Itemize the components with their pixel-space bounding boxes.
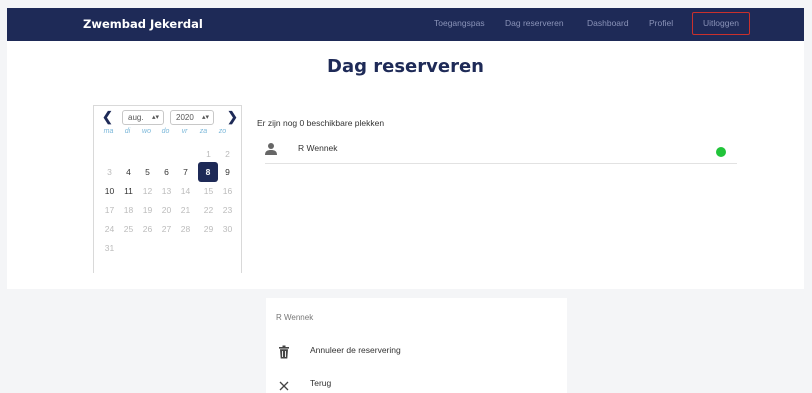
calendar-day: 22 xyxy=(203,205,214,215)
navbar: Zwembad Jekerdal Toegangspas Dag reserve… xyxy=(7,8,804,41)
status-dot xyxy=(716,147,726,157)
year-select[interactable]: 2020 ▴▾ xyxy=(170,110,214,125)
calendar-day: 20 xyxy=(161,205,172,215)
weekday-label: vr xyxy=(181,128,188,135)
cancel-reservation-button[interactable]: Annuleer de reservering xyxy=(276,341,556,365)
weekday-header: ma di wo do vr za zo xyxy=(94,128,241,140)
person-icon xyxy=(265,143,277,155)
back-button[interactable]: Terug xyxy=(276,374,556,393)
calendar-day: 31 xyxy=(104,243,115,253)
chevron-right-icon[interactable]: ❯ xyxy=(227,109,238,125)
calendar-day[interactable]: 7 xyxy=(177,164,194,181)
date-picker: ❮ aug. ▴▾ 2020 ▴▾ ❯ ma di wo do vr za zo… xyxy=(93,105,242,273)
nav-link-dashboard[interactable]: Dashboard xyxy=(587,18,629,28)
page-title: Dag reserveren xyxy=(327,56,484,77)
logout-button[interactable]: Uitloggen xyxy=(692,12,750,35)
reservation-name: R Wennek xyxy=(298,143,338,153)
availability-text: Er zijn nog 0 beschikbare plekken xyxy=(257,118,385,128)
calendar-day: 25 xyxy=(123,224,134,234)
action-sheet-title: R Wennek xyxy=(276,313,314,322)
year-select-value: 2020 xyxy=(176,113,194,122)
nav-link-dag-reserveren[interactable]: Dag reserveren xyxy=(505,18,564,28)
calendar-day: 30 xyxy=(222,224,233,234)
chevron-left-icon[interactable]: ❮ xyxy=(102,109,113,125)
reservation-row[interactable]: R Wennek xyxy=(265,138,737,164)
weekday-label: wo xyxy=(142,128,151,135)
nav-link-toegangspas[interactable]: Toegangspas xyxy=(434,18,485,28)
select-caret-icon: ▴▾ xyxy=(201,114,209,121)
close-icon xyxy=(279,381,289,391)
calendar-day: 24 xyxy=(104,224,115,234)
trash-icon xyxy=(279,345,289,359)
calendar-day: 1 xyxy=(206,149,211,159)
calendar-day: 2 xyxy=(225,149,230,159)
calendar-header: ❮ aug. ▴▾ 2020 ▴▾ ❯ xyxy=(94,106,241,128)
calendar-day[interactable]: 11 xyxy=(120,183,137,200)
month-select-value: aug. xyxy=(128,113,144,122)
calendar-day: 29 xyxy=(203,224,214,234)
calendar-day: 26 xyxy=(142,224,153,234)
calendar-day: 21 xyxy=(180,205,191,215)
calendar-day: 28 xyxy=(180,224,191,234)
calendar-day[interactable]: 9 xyxy=(219,164,236,181)
weekday-label: za xyxy=(199,128,208,135)
cancel-reservation-label: Annuleer de reservering xyxy=(310,345,401,355)
main-panel: Dag reserveren ❮ aug. ▴▾ 2020 ▴▾ ❯ ma di… xyxy=(7,41,804,289)
calendar-day: 18 xyxy=(123,205,134,215)
select-caret-icon: ▴▾ xyxy=(151,114,159,121)
month-select[interactable]: aug. ▴▾ xyxy=(122,110,164,125)
calendar-day: 12 xyxy=(142,186,153,196)
calendar-day[interactable]: 6 xyxy=(158,164,175,181)
brand-title[interactable]: Zwembad Jekerdal xyxy=(83,17,203,31)
nav-link-profiel[interactable]: Profiel xyxy=(649,18,673,28)
calendar-day: 15 xyxy=(203,186,214,196)
weekday-label: ma xyxy=(103,128,114,135)
action-sheet: R Wennek Annuleer de reservering Terug xyxy=(266,298,567,393)
calendar-day[interactable]: 4 xyxy=(120,164,137,181)
weekday-label: do xyxy=(161,128,170,135)
calendar-day: 14 xyxy=(180,186,191,196)
calendar-day: 16 xyxy=(222,186,233,196)
weekday-label: di xyxy=(124,128,131,135)
calendar-day: 27 xyxy=(161,224,172,234)
calendar-days: 1 2 3 4 5 6 7 8 9 10 11 12 13 14 15 16 1… xyxy=(94,140,241,273)
calendar-day: 17 xyxy=(104,205,115,215)
calendar-day: 13 xyxy=(161,186,172,196)
calendar-day[interactable]: 5 xyxy=(139,164,156,181)
calendar-day: 23 xyxy=(222,205,233,215)
calendar-day-selected[interactable]: 8 xyxy=(198,162,218,182)
calendar-day: 19 xyxy=(142,205,153,215)
calendar-day: 3 xyxy=(107,167,112,177)
calendar-day[interactable]: 10 xyxy=(101,183,118,200)
weekday-label: zo xyxy=(218,128,227,135)
back-label: Terug xyxy=(310,378,332,388)
